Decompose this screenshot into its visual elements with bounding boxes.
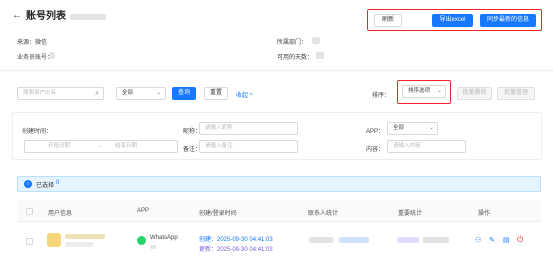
agent-account-label: 业务员账号： (17, 55, 54, 61)
app-name: WhatsApp (150, 235, 178, 241)
avatar (47, 233, 61, 247)
batch-delete-button[interactable]: 批量删除 (457, 87, 492, 100)
source-label: 来源： (17, 40, 36, 46)
content-input[interactable]: 请输入内容 (387, 140, 466, 153)
note-input[interactable]: 请输入备注 (199, 140, 298, 153)
sync-info-button[interactable]: 同步最新的信息 (480, 14, 536, 27)
chevron-down-icon: ⌄ (428, 125, 434, 131)
selection-alert: i 已选择 0 (17, 176, 541, 192)
select-all-checkbox[interactable] (26, 208, 33, 215)
selection-count: 0 (56, 180, 60, 186)
nickname-input[interactable]: 请输入昵称 (199, 122, 298, 135)
batch-manage-button[interactable]: 批量管理 (497, 87, 535, 100)
export-excel-button[interactable]: 导出excel (432, 14, 473, 27)
query-button[interactable]: 查询 (172, 87, 196, 100)
collapse-toggle[interactable]: 收起 ^ (236, 90, 253, 99)
user-icon[interactable]: ⚇ (475, 236, 481, 244)
source-value: 微信 (35, 40, 48, 46)
column-header-contacts-stats: 联系人统计 (308, 211, 339, 217)
start-date-input[interactable]: 开始日期 (43, 141, 70, 152)
column-header-app: APP (137, 208, 150, 214)
created-time: 创建：2025-09-30 04:41:03 (199, 237, 273, 243)
available-days-label: 可用的天数： (277, 55, 314, 61)
agent-account-redacted (49, 52, 55, 59)
date-range-picker[interactable]: 开始日期 → 结束日期 (24, 140, 178, 153)
chevron-down-icon: ⌄ (436, 88, 442, 94)
app-select[interactable]: 全部 ⌄ (387, 122, 438, 135)
contacts-stat-badge-redacted (339, 237, 369, 243)
range-separator: → (97, 143, 103, 149)
content-label: 内容： (366, 147, 385, 153)
important-stat-redacted (423, 237, 449, 243)
document-icon[interactable]: ▤ (503, 236, 510, 244)
refresh-button[interactable]: 刷新 (374, 14, 402, 27)
chevron-down-icon: ⌄ (155, 90, 161, 96)
sort-select[interactable]: 排序选项 ⌄ (402, 85, 446, 98)
whatsapp-icon (137, 236, 146, 245)
reset-button[interactable]: 重置 (204, 87, 228, 100)
power-icon[interactable]: ⏻ (517, 235, 523, 245)
department-value-redacted (312, 37, 320, 44)
column-header-user-info: 用户信息 (48, 211, 73, 217)
important-stat-badge-redacted (397, 237, 419, 243)
column-header-actions: 操作 (478, 211, 491, 217)
department-label: 所属部门： (277, 40, 308, 46)
search-icon: ⌕ (95, 90, 99, 97)
edit-icon[interactable]: ✎ (489, 236, 495, 244)
created-time-label: 创建时间： (22, 129, 53, 135)
app-sub-redacted (150, 245, 156, 249)
chevron-up-icon: ^ (249, 93, 253, 99)
end-date-input[interactable]: 结束日期 (110, 141, 137, 152)
user-id-redacted (65, 242, 93, 247)
column-header-time: 创建/登录时间 (199, 211, 237, 217)
page-title: 账号列表 (26, 11, 66, 22)
updated-time: 更新：2025-09-30 04:41:03 (199, 247, 273, 253)
header-divider (0, 70, 553, 71)
sort-label: 排序： (372, 93, 391, 99)
table-header (17, 200, 541, 222)
search-input[interactable]: 搜索用户ID名 ⌕ (17, 87, 104, 100)
available-days-redacted (316, 52, 324, 59)
app-label: APP： (366, 129, 385, 135)
contacts-stat-redacted (309, 237, 333, 243)
info-icon: i (24, 180, 32, 188)
user-name-redacted (65, 234, 105, 239)
selection-text: 已选择 (36, 183, 55, 189)
back-icon[interactable]: ← (12, 11, 22, 21)
table-row: WhatsApp 创建：2025-09-30 04:41:03 更新：2025-… (17, 223, 541, 262)
row-checkbox[interactable] (26, 238, 33, 245)
app-filter-select[interactable]: 全部 ⌄ (116, 87, 166, 100)
column-header-important-stats: 重要统计 (398, 211, 423, 217)
title-suffix-redacted (70, 14, 106, 20)
